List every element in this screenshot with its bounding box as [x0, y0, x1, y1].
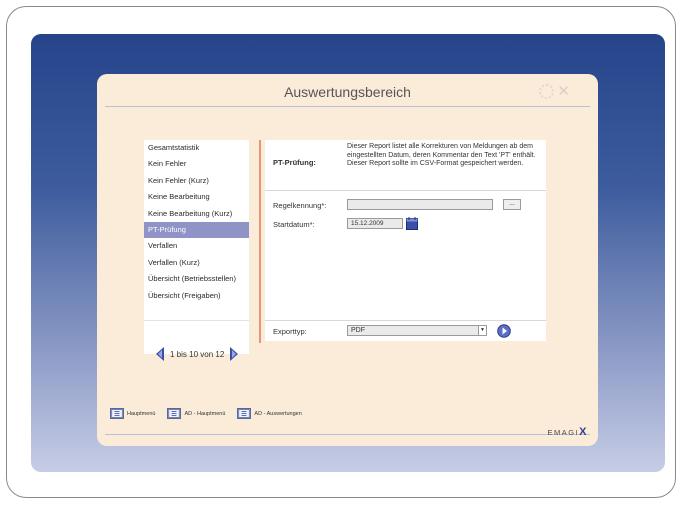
- panel-controls: ✕: [539, 84, 570, 99]
- close-icon[interactable]: ✕: [557, 84, 570, 99]
- go-arrow-icon[interactable]: [497, 324, 511, 338]
- spinner-icon: [539, 84, 555, 99]
- report-list: Gesamtstatistik Kein Fehler Kein Fehler …: [144, 140, 249, 354]
- hauptmenu-button[interactable]: Hauptmenü: [110, 408, 155, 419]
- ad-auswertungen-label: AD - Auswertungen: [254, 410, 302, 417]
- brand-logo: EMAGIX: [547, 426, 588, 438]
- exporttyp-value: PDF: [351, 327, 365, 334]
- regelkennung-input[interactable]: [347, 199, 493, 210]
- report-list-item[interactable]: Verfallen: [144, 238, 249, 254]
- calendar-icon[interactable]: [406, 217, 418, 230]
- report-list-item[interactable]: Keine Bearbeitung (Kurz): [144, 206, 249, 222]
- panel-title: Auswertungsbereich: [284, 84, 411, 100]
- report-list-item[interactable]: Kein Fehler (Kurz): [144, 173, 249, 189]
- report-list-item[interactable]: Gesamtstatistik: [144, 140, 249, 156]
- report-description: Dieser Report listet alle Korrekturen vo…: [347, 143, 536, 168]
- list-divider: [144, 320, 249, 321]
- footer-divider: [105, 434, 590, 435]
- exporttyp-select[interactable]: PDF ▼: [347, 325, 487, 336]
- chevron-down-icon[interactable]: ▼: [478, 326, 486, 335]
- report-list-item[interactable]: Keine Bearbeitung: [144, 189, 249, 205]
- pager-text: 1 bis 10 von 12: [170, 349, 225, 359]
- main-panel: Auswertungsbereich ✕ Gesamtstatistik Kei…: [97, 74, 598, 446]
- footer-nav: Hauptmenü AD - Hauptmenü AD - Auswertung…: [110, 408, 302, 419]
- ad-hauptmenu-button[interactable]: AD - Hauptmenü: [167, 408, 225, 419]
- menu-icon: [167, 408, 182, 419]
- title-divider: [105, 106, 590, 107]
- menu-icon: [110, 408, 124, 419]
- report-list-item[interactable]: Verfallen (Kurz): [144, 255, 249, 271]
- startdatum-label: Startdatum*:: [273, 220, 315, 229]
- regelkennung-label: Regelkennung*:: [273, 201, 327, 210]
- ad-auswertungen-button[interactable]: AD - Auswertungen: [237, 408, 302, 419]
- menu-icon: [237, 408, 252, 419]
- ad-hauptmenu-label: AD - Hauptmenü: [184, 410, 226, 417]
- arrow-left-icon[interactable]: [155, 347, 165, 361]
- export-bar: Exporttyp: PDF ▼: [265, 320, 546, 341]
- report-form: PT-Prüfung: Dieser Report listet alle Ko…: [265, 140, 546, 340]
- brand-x-mark: X: [579, 426, 588, 438]
- report-list-item[interactable]: PT-Prüfung: [144, 221, 249, 239]
- report-header: PT-Prüfung: Dieser Report listet alle Ko…: [265, 140, 546, 191]
- brand-name: EMAGIX: [547, 426, 588, 438]
- browse-button[interactable]: ...: [503, 199, 521, 210]
- report-list-item[interactable]: Kein Fehler: [144, 156, 249, 172]
- startdatum-input[interactable]: [347, 218, 403, 229]
- hauptmenu-label: Hauptmenü: [127, 410, 156, 417]
- report-list-item[interactable]: Übersicht (Freigaben): [144, 288, 249, 304]
- arrow-right-icon[interactable]: [229, 347, 239, 361]
- report-name: PT-Prüfung:: [273, 158, 316, 167]
- section-divider: [259, 140, 261, 343]
- exporttyp-label: Exporttyp:: [273, 327, 307, 336]
- pager: 1 bis 10 von 12: [155, 347, 239, 361]
- report-list-item[interactable]: Übersicht (Betriebsstellen): [144, 271, 249, 287]
